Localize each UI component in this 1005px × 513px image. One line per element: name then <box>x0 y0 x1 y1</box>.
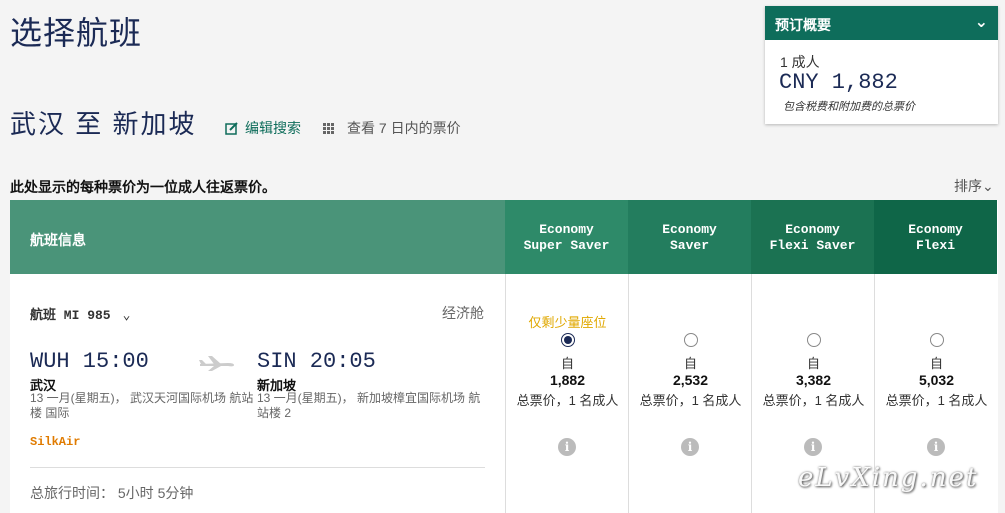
booking-summary-header[interactable]: 预订概要 ⌄ <box>765 6 998 40</box>
edit-search-label: 编辑搜索 <box>245 120 301 136</box>
fare-header-line1: Economy <box>785 222 840 237</box>
fare-header-line2: Saver <box>669 238 709 253</box>
page-title: 选择航班 <box>10 15 143 51</box>
chevron-down-icon[interactable]: ⌄ <box>975 12 988 32</box>
fare-option-saver[interactable]: 自 2,532 总票价，1 名成人 i <box>628 274 751 513</box>
sort-dropdown[interactable]: 排序⌄ <box>954 176 994 196</box>
fare-amount: 3,382 <box>795 372 832 388</box>
fare-total-label: 总票价，1 名成人 <box>762 393 865 408</box>
plane-icon <box>199 356 234 371</box>
fare-option-super-saver[interactable]: 仅剩少量座位 自 1,882 总票价，1 名成人 i <box>505 274 628 513</box>
chevron-down-icon: ⌄ <box>982 178 994 194</box>
cabin-class: 经济舱 <box>442 305 484 321</box>
fare-total-label: 总票价，1 名成人 <box>516 393 619 408</box>
fare-total-label: 总票价，1 名成人 <box>639 393 742 408</box>
fare-from-label: 自 <box>683 356 697 371</box>
fare-radio[interactable] <box>684 333 698 347</box>
info-icon[interactable]: i <box>927 438 945 456</box>
arrival-time: SIN 20:05 <box>257 349 376 374</box>
sort-label: 排序 <box>954 178 982 194</box>
info-icon[interactable]: i <box>804 438 822 456</box>
fare-amount: 5,032 <box>918 372 955 388</box>
fare-header-line2: Super Saver <box>523 238 610 253</box>
flight-number-toggle[interactable]: 航班 MI 985 ⌄ <box>30 304 130 323</box>
fare-header-saver: Economy Saver <box>628 200 751 274</box>
fare-amount: 2,532 <box>672 372 709 388</box>
departure-detail: 13 一月(星期五)， 武汉天河国际机场 航站楼 国际 <box>30 391 254 420</box>
divider <box>30 467 485 468</box>
edit-icon <box>225 122 238 135</box>
fare-radio[interactable] <box>930 333 944 347</box>
fare-header-line1: Economy <box>662 222 717 237</box>
fare-header-line1: Economy <box>539 222 594 237</box>
week-view-label: 查看 7 日内的票价 <box>347 120 461 136</box>
price-note: 包含税费和附加费的总票价 <box>783 101 915 113</box>
edit-search-link[interactable]: 编辑搜索 <box>225 118 301 138</box>
flight-info-cell: 航班 MI 985 ⌄ 经济舱 WUH 15:00 SIN 20:05 武汉 新加… <box>10 274 505 513</box>
fare-from-label: 自 <box>560 356 574 371</box>
carrier-name: SilkAir <box>30 435 81 449</box>
fare-radio[interactable] <box>807 333 821 347</box>
calendar-grid-icon <box>323 121 337 135</box>
total-price: CNY 1,882 <box>779 70 898 95</box>
total-duration: 总旅行时间： 5小时 5分钟 <box>30 485 194 501</box>
fare-header-super-saver: Economy Super Saver <box>505 200 628 274</box>
arrival-detail: 13 一月(星期五)， 新加坡樟宜国际机场 航站楼 2 <box>257 391 481 420</box>
route-title: 武汉 至 新加坡 <box>10 109 197 139</box>
booking-summary-title: 预订概要 <box>775 17 831 33</box>
chevron-down-icon: ⌄ <box>122 308 131 323</box>
flight-info-header: 航班信息 <box>10 200 505 274</box>
fare-header-line2: Flexi <box>915 238 955 253</box>
booking-summary: 预订概要 ⌄ 1 成人 CNY 1,882 包含税费和附加费的总票价 <box>765 6 998 124</box>
fare-note: 此处显示的每种票价为一位成人往返票价。 <box>10 179 276 195</box>
week-view-link[interactable]: 查看 7 日内的票价 <box>323 118 461 138</box>
fare-radio[interactable] <box>561 333 575 347</box>
fare-total-label: 总票价，1 名成人 <box>885 393 988 408</box>
fare-header-flexi: Economy Flexi <box>874 200 997 274</box>
flight-number: 航班 MI 985 <box>30 308 111 323</box>
fare-header-line2: Flexi Saver <box>769 238 856 253</box>
fare-amount: 1,882 <box>549 372 586 388</box>
fare-header-flexi-saver: Economy Flexi Saver <box>751 200 874 274</box>
fare-from-label: 自 <box>929 356 943 371</box>
fare-from-label: 自 <box>806 356 820 371</box>
fare-header-line1: Economy <box>908 222 963 237</box>
table-header: 航班信息 Economy Super Saver Economy Saver E… <box>10 200 998 274</box>
departure-time: WUH 15:00 <box>30 349 149 374</box>
passenger-count: 1 成人 <box>780 54 820 70</box>
seats-left-warning: 仅剩少量座位 <box>528 315 607 330</box>
info-icon[interactable]: i <box>681 438 699 456</box>
info-icon[interactable]: i <box>558 438 576 456</box>
watermark: eLvXing.net <box>798 463 979 493</box>
